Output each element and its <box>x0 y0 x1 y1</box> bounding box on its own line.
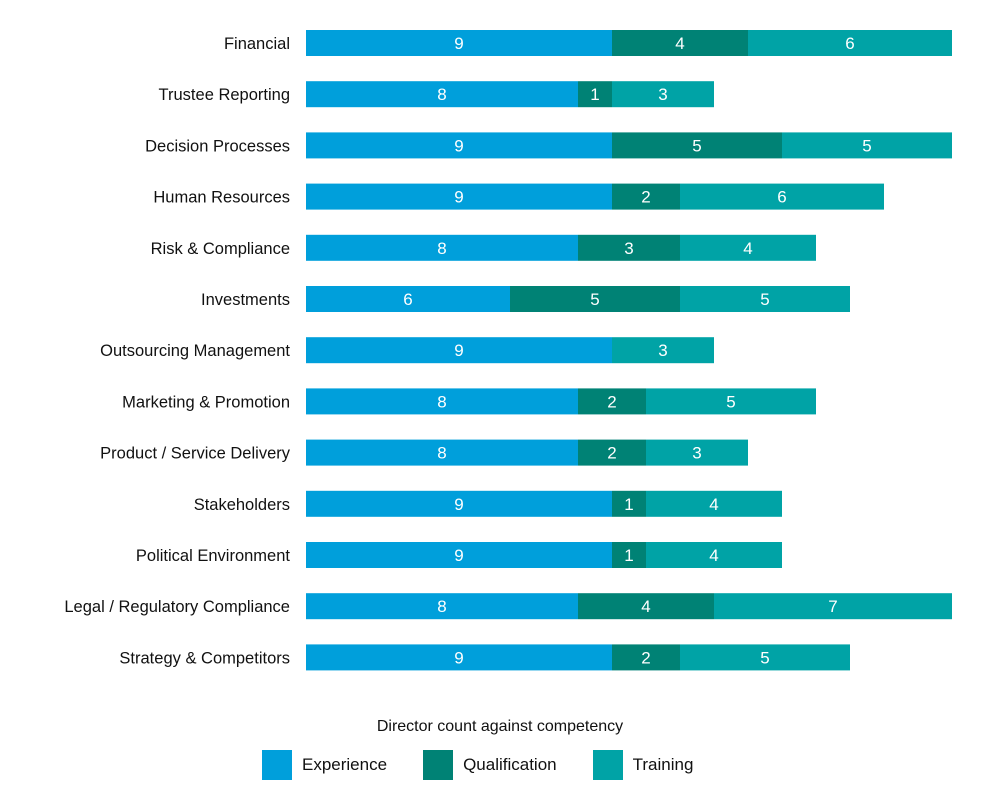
data-label-experience: 8 <box>437 85 446 104</box>
bar-row-stakeholders: Stakeholders 9 1 4 <box>194 490 782 517</box>
category-label: Strategy & Competitors <box>119 649 290 667</box>
data-label-experience: 9 <box>454 341 463 360</box>
data-label-qualification: 1 <box>624 546 633 565</box>
data-label-qualification: 5 <box>692 136 701 155</box>
bar-row-decision-processes: Decision Processes 9 5 5 <box>145 132 952 159</box>
data-label-training: 5 <box>862 136 871 155</box>
legend-item-qualification[interactable]: Qualification <box>423 750 557 780</box>
data-label-training: 6 <box>845 34 854 53</box>
legend-label-qualification: Qualification <box>463 755 557 774</box>
category-label: Political Environment <box>136 547 290 565</box>
data-label-qualification: 2 <box>607 392 616 411</box>
category-label: Trustee Reporting <box>159 86 290 104</box>
data-label-experience: 8 <box>437 444 446 463</box>
legend-swatch-qualification <box>423 750 454 780</box>
category-label: Stakeholders <box>194 496 290 514</box>
data-label-training: 4 <box>709 546 718 565</box>
bar-row-strategy-competitors: Strategy & Competitors 9 2 5 <box>119 644 850 671</box>
data-label-training: 5 <box>760 648 769 667</box>
category-label: Outsourcing Management <box>100 342 290 360</box>
data-label-qualification: 5 <box>590 290 599 309</box>
bar-row-product-service-delivery: Product / Service Delivery 8 2 3 <box>100 439 748 466</box>
data-label-experience: 9 <box>454 495 463 514</box>
data-label-training: 6 <box>777 188 786 207</box>
data-label-qualification: 2 <box>641 188 650 207</box>
bar-row-trustee-reporting: Trustee Reporting 8 1 3 <box>159 81 714 108</box>
bar-row-human-resources: Human Resources 9 2 6 <box>153 183 884 210</box>
legend-label-experience: Experience <box>302 755 388 774</box>
category-label: Product / Service Delivery <box>100 445 291 463</box>
bar-row-marketing-promotion: Marketing & Promotion 8 2 5 <box>122 388 816 415</box>
category-label: Investments <box>201 291 290 309</box>
legend: Experience Qualification Training <box>262 750 729 780</box>
bar-row-financial: Financial 9 4 6 <box>224 30 952 56</box>
data-label-training: 5 <box>726 392 735 411</box>
category-label: Risk & Compliance <box>151 240 290 258</box>
data-label-training: 7 <box>828 597 837 616</box>
legend-swatch-experience <box>262 750 292 780</box>
data-label-qualification: 4 <box>641 597 650 616</box>
stacked-bar-chart: Financial 9 4 6 Trustee Reporting 8 1 3 Decision… <box>64 30 952 671</box>
data-label-experience: 6 <box>403 290 412 309</box>
data-label-training: 4 <box>709 495 718 514</box>
data-label-experience: 9 <box>454 188 463 207</box>
category-label: Legal / Regulatory Compliance <box>64 598 290 616</box>
data-label-qualification: 4 <box>675 34 684 53</box>
category-label: Human Resources <box>153 189 290 207</box>
data-label-training: 3 <box>658 85 667 104</box>
data-label-qualification: 3 <box>624 239 633 258</box>
data-label-experience: 9 <box>454 34 463 53</box>
data-label-qualification: 2 <box>607 444 616 463</box>
data-label-experience: 9 <box>454 546 463 565</box>
data-label-qualification: 1 <box>624 495 633 514</box>
data-label-experience: 8 <box>437 392 446 411</box>
legend-label-training: Training <box>632 755 694 774</box>
data-label-qualification: 1 <box>590 85 599 104</box>
data-label-experience: 9 <box>454 136 463 155</box>
legend-swatch-training <box>592 750 623 780</box>
category-label: Financial <box>224 35 290 53</box>
legend-title: Director count against competency <box>376 718 624 735</box>
category-label: Decision Processes <box>145 137 290 155</box>
data-label-training: 3 <box>658 341 667 360</box>
data-label-training: 4 <box>743 239 752 258</box>
data-label-training: 5 <box>760 290 769 309</box>
bar-row-risk-compliance: Risk & Compliance 8 3 4 <box>151 234 816 261</box>
legend-item-training[interactable]: Training <box>592 750 694 780</box>
bar-row-legal-regulatory-compliance: Legal / Regulatory Compliance 8 4 7 <box>64 593 952 620</box>
data-label-experience: 8 <box>437 597 446 616</box>
bar-row-outsourcing-management: Outsourcing Management 9 3 <box>100 337 714 364</box>
legend-item-experience[interactable]: Experience <box>262 750 387 780</box>
bar-row-investments: Investments 6 5 5 <box>201 286 850 312</box>
data-label-experience: 9 <box>454 648 463 667</box>
bar-row-political-environment: Political Environment 9 1 4 <box>136 542 782 568</box>
data-label-experience: 8 <box>437 239 446 258</box>
category-label: Marketing & Promotion <box>122 393 290 411</box>
data-label-qualification: 2 <box>641 648 650 667</box>
data-label-training: 3 <box>692 444 701 463</box>
